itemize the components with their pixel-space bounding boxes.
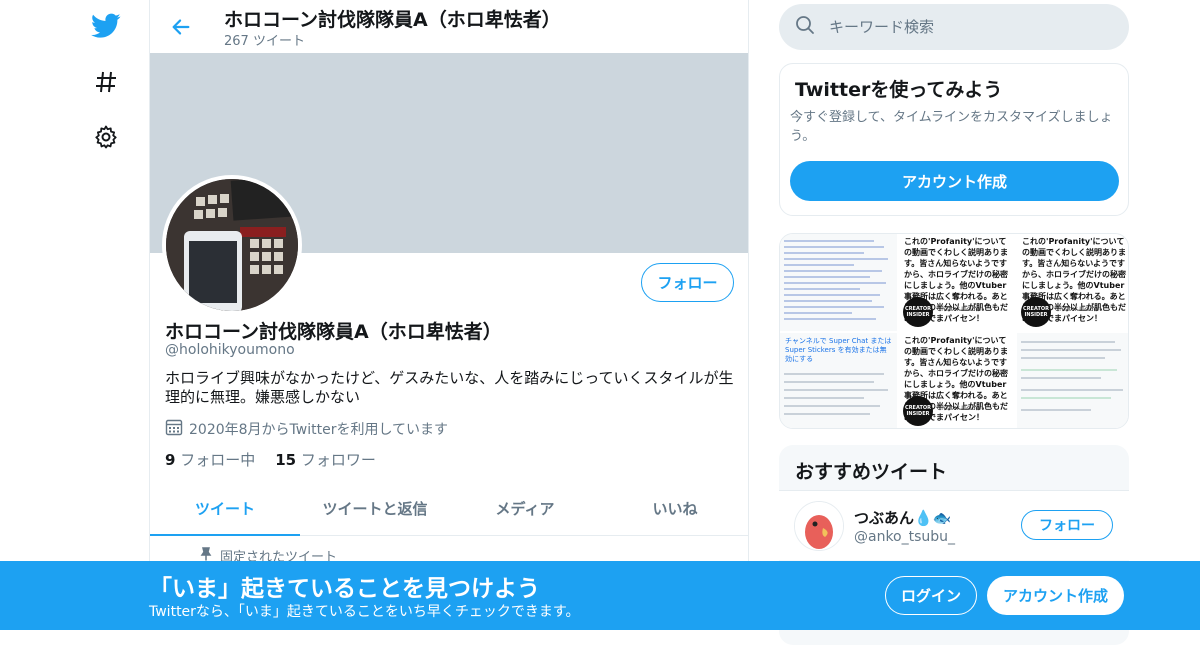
following-count: 9 [165,451,176,469]
followers-label: フォロワー [300,451,376,469]
tab-media[interactable]: メディア [450,482,600,535]
creator-insider-name: Creator Insider [1055,306,1100,313]
creator-insider-name: Creator Insider [937,306,982,313]
follow-stats: 9 フォロー中 15 フォロワー [165,449,376,470]
followers-count: 15 [275,451,297,469]
bottom-bar-subtitle: Twitterなら、「いま」起きていることをいち早くチェックできます。 [149,604,580,620]
media-thumb[interactable]: これの'Profanity'についての動画でくわしく説明あります。皆さん知らない… [899,234,1015,331]
gear-icon[interactable] [88,119,124,155]
profile-tabs: ツイート ツイートと返信 メディア いいね [150,482,748,536]
recommended-follow-button[interactable]: フォロー [1021,510,1113,540]
back-arrow-icon[interactable] [166,12,196,42]
avatar[interactable] [162,175,302,315]
tab-likes[interactable]: いいね [600,482,748,535]
media-thumb[interactable]: これの'Profanity'についての動画でくわしく説明あります。皆さん知らない… [899,333,1015,428]
following-link[interactable]: 9 フォロー中 [165,449,255,470]
search-bar[interactable] [779,4,1129,50]
twitter-bird-icon[interactable] [88,8,124,44]
media-thumb[interactable] [1017,333,1128,428]
header-tweet-count: 267 ツイート [224,34,305,49]
bottom-signup-bar: 「いま」起きていることを見つけよう Twitterなら、「いま」起きていることを… [0,561,1200,630]
recommended-user-row[interactable]: つぶあん💧🐟 @anko_tsubu_ フォロー [779,490,1129,560]
media-grid: これの'Profanity'についての動画でくわしく説明あります。皆さん知らない… [779,233,1129,429]
calendar-icon [165,418,183,440]
creator-insider-name: Creator Insider [937,405,982,412]
profile-name: ホロコーン討伐隊隊員A（ホロ卑怯者） [165,321,502,343]
recommended-user-name[interactable]: つぶあん💧🐟 [854,507,951,528]
search-input[interactable] [829,18,1089,36]
following-label: フォロー中 [180,451,256,469]
recommended-avatar[interactable] [794,501,844,551]
creator-insider-logo: CREATOR INSIDER [903,297,933,327]
recommended-title: おすすめツイート [795,461,948,483]
follow-button[interactable]: フォロー [641,263,734,302]
header-profile-name: ホロコーン討伐隊隊員A（ホロ卑怯者） [224,9,561,31]
left-nav [0,0,150,630]
creator-insider-logo: CREATOR INSIDER [903,396,933,426]
create-account-button[interactable]: アカウント作成 [790,161,1119,201]
tab-tweets-and-replies[interactable]: ツイートと返信 [300,482,450,535]
followers-link[interactable]: 15 フォロワー [275,449,376,470]
tab-tweets[interactable]: ツイート [150,482,300,536]
bottom-signup-button[interactable]: アカウント作成 [987,576,1124,615]
profile-column: ホロコーン討伐隊隊員A（ホロ卑怯者） 267 ツイート フォロー ホロコーン討伐… [149,0,749,630]
join-date: 2020年8月からTwitterを利用しています [165,418,448,440]
profile-bio: ホロライブ興味がなかったけど、ゲスみたいな、人を踏みにじっていくスタイルが生理的… [165,369,734,406]
media-thumb[interactable]: これの'Profanity'についての動画でくわしく説明あります。皆さん知らない… [1017,234,1128,331]
media-thumb[interactable]: チャンネルで Super Chat または Super Stickers を有効… [780,333,897,428]
signup-card-description: 今すぐ登録して、タイムラインをカスタマイズしましょう。 [790,110,1113,144]
search-icon [795,15,815,39]
media-thumb[interactable] [780,234,897,331]
profile-header: ホロコーン討伐隊隊員A（ホロ卑怯者） 267 ツイート [150,0,748,53]
hashtag-icon[interactable] [88,64,124,100]
profile-handle: @holohikyoumono [165,342,295,358]
signup-card: Twitterを使ってみよう 今すぐ登録して、タイムラインをカスタマイズしましょ… [779,63,1129,216]
bottom-bar-title: 「いま」起きていることを見つけよう [149,576,540,602]
login-button[interactable]: ログイン [885,576,977,615]
creator-insider-logo: CREATOR INSIDER [1021,297,1051,327]
media-doc-heading: チャンネルで Super Chat または Super Stickers を有効… [785,337,892,363]
join-date-text: 2020年8月からTwitterを利用しています [189,422,449,438]
recommended-user-handle: @anko_tsubu_ [854,529,956,545]
signup-card-title: Twitterを使ってみよう [795,79,1003,101]
